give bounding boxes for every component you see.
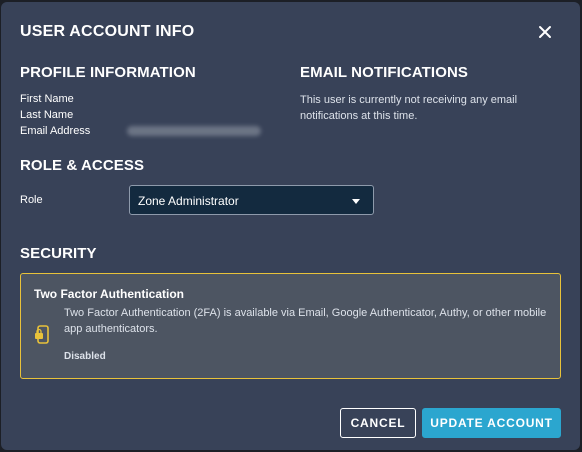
update-account-button[interactable]: UPDATE ACCOUNT [422, 408, 561, 438]
phone-lock-icon [35, 325, 49, 344]
user-account-modal: USER ACCOUNT INFO PROFILE INFORMATION Fi… [1, 2, 580, 450]
tfa-description: Two Factor Authentication (2FA) is avail… [64, 307, 547, 335]
tfa-status: Disabled [64, 351, 106, 362]
modal-title: USER ACCOUNT INFO [20, 23, 195, 40]
security-heading: SECURITY [20, 245, 97, 262]
role-label: Role [20, 194, 43, 206]
email-address-label: Email Address [20, 125, 91, 137]
cancel-button[interactable]: CANCEL [340, 408, 416, 438]
role-select[interactable]: Zone Administrator [129, 185, 374, 215]
role-select-value: Zone Administrator [138, 194, 239, 208]
profile-heading: PROFILE INFORMATION [20, 64, 196, 81]
tfa-title: Two Factor Authentication [34, 287, 184, 301]
email-address-value-redacted [127, 126, 261, 136]
email-notifications-text: This user is currently not receiving any… [300, 94, 518, 122]
role-access-heading: ROLE & ACCESS [20, 157, 145, 174]
email-notifications-heading: EMAIL NOTIFICATIONS [300, 64, 469, 81]
close-button[interactable] [536, 23, 554, 41]
first-name-label: First Name [20, 93, 74, 105]
two-factor-auth-panel: Two Factor Authentication Two Factor Aut… [20, 273, 561, 379]
close-icon [539, 26, 551, 38]
chevron-down-icon [352, 199, 360, 204]
last-name-label: Last Name [20, 109, 74, 121]
